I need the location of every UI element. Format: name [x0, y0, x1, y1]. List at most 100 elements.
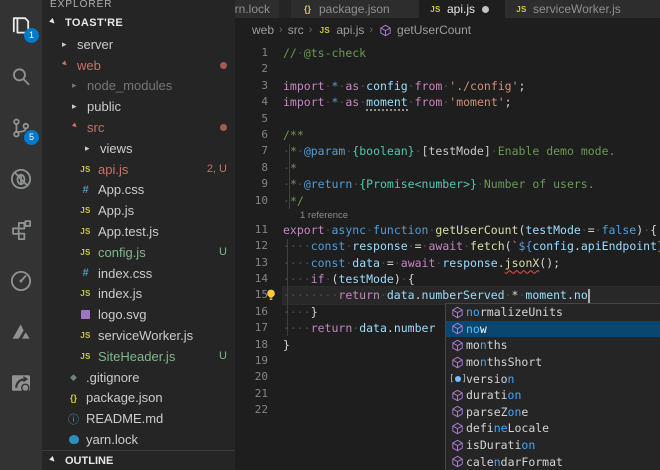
tree-item-views[interactable]: ▸views	[42, 138, 235, 159]
symbol-field-icon: []	[449, 374, 466, 384]
tree-item-app-css[interactable]: #App.css	[42, 180, 235, 201]
suggest-item-now[interactable]: now	[446, 321, 660, 338]
breadcrumb-label: web	[252, 23, 274, 37]
tree-item-label: views	[100, 141, 227, 156]
tree-item-index-js[interactable]: JS index.js	[42, 284, 235, 305]
chevron-collapsed-icon: ▸	[62, 39, 72, 50]
activity-debug-disabled-icon[interactable]	[0, 153, 42, 204]
suggest-item-defineLocale[interactable]: defineLocale	[446, 420, 660, 437]
code-line-7: 7·*·@param·{boolean}·[testMode]·Enable d…	[235, 143, 660, 159]
tree-item-label: config.js	[98, 245, 213, 260]
tree-item-label: index.js	[98, 286, 227, 301]
tree-item-src[interactable]: ▸src	[42, 117, 235, 138]
line-number: 13	[235, 255, 283, 271]
activity-azure-icon[interactable]	[0, 306, 42, 357]
tree-item-config-js[interactable]: JSconfig.jsU	[42, 242, 235, 263]
tree-item-readme-md[interactable]: ⓘREADME.md	[42, 408, 235, 429]
activity-gauge-icon[interactable]	[0, 255, 42, 306]
suggest-item-normalizeUnits[interactable]: normalizeUnits	[446, 304, 660, 321]
line-content: ·*/	[283, 193, 660, 209]
tab-api-js[interactable]: JSapi.js	[419, 0, 505, 18]
suggest-item-isDuration[interactable]: isDuration	[446, 437, 660, 454]
suggest-item-version[interactable]: []version	[446, 370, 660, 387]
tab-package-json[interactable]: {}package.json	[291, 0, 419, 18]
tree-item-api-js[interactable]: JSapi.js2, U	[42, 159, 235, 180]
tree-item-label: yarn.lock	[86, 432, 227, 447]
code-line-12: 12····const·response·=·await·fetch(`${co…	[235, 238, 660, 254]
chevron-expanded-icon: ▸	[70, 120, 85, 135]
tree-item-yarn-lock[interactable]: yarn.lock	[42, 429, 235, 450]
codelens-references[interactable]: 1 reference	[235, 209, 660, 222]
tree-item-serviceworker-js[interactable]: JSserviceWorker.js	[42, 325, 235, 346]
activity-feedback-icon[interactable]	[0, 357, 42, 408]
suggest-item-parseZone[interactable]: parseZone	[446, 404, 660, 421]
symbol-method-icon	[449, 405, 466, 418]
line-content: import·*·as·config·from·'./config';	[283, 78, 660, 94]
line-content: ····const·data·=·await·response.jsonX();	[283, 255, 660, 271]
breadcrumb-web[interactable]: web	[252, 23, 274, 37]
suggest-label: isDuration	[466, 438, 535, 452]
breadcrumb-label: getUserCount	[397, 23, 471, 37]
tree-item-public[interactable]: ▸public	[42, 96, 235, 117]
chevron-collapsed-icon: ▸	[72, 101, 82, 112]
line-number: 14	[235, 271, 283, 287]
outline-section-header[interactable]: ▸OUTLINE	[42, 450, 235, 470]
activity-files-icon[interactable]: 1	[0, 0, 42, 51]
tree-item-node-modules[interactable]: ▸node_modules	[42, 76, 235, 97]
tab-serviceworker-js[interactable]: JSserviceWorker.js	[505, 0, 660, 18]
tab-bar: yarn.lock {}package.jsonJSapi.jsJSservice…	[235, 0, 660, 18]
javascript-file-icon: JS	[78, 165, 93, 174]
javascript-file-icon: JS	[78, 289, 93, 298]
tree-item-label: App.js	[98, 203, 227, 218]
javascript-file-icon: JS	[78, 352, 93, 361]
tree-item-logo-svg[interactable]: logo.svg	[42, 304, 235, 325]
code-line-2: 2	[235, 61, 660, 77]
line-number: 8	[235, 160, 283, 176]
suggest-label: months	[466, 338, 508, 352]
line-content	[283, 61, 660, 77]
tree-item-siteheader-js[interactable]: JSSiteHeader.jsU	[42, 346, 235, 367]
activity-search-icon[interactable]	[0, 51, 42, 102]
tree-item-server[interactable]: ▸ server	[42, 34, 235, 55]
tree-item-label: SiteHeader.js	[98, 349, 213, 364]
tree-item-index-css[interactable]: #index.css	[42, 263, 235, 284]
breadcrumb-label: api.js	[336, 23, 364, 37]
suggest-item-duration[interactable]: duration	[446, 387, 660, 404]
line-number: 16	[235, 304, 283, 320]
tree-item-label: server	[77, 37, 227, 52]
line-number: 2	[235, 61, 283, 77]
tree-item-label: .gitignore	[86, 370, 227, 385]
line-content: ·*·@return·{Promise<number>}·Number of u…	[283, 176, 660, 192]
activity-source-control-icon[interactable]: 5	[0, 102, 42, 153]
tree-item--gitignore[interactable]: ◆.gitignore	[42, 367, 235, 388]
suggest-label: calendarFormat	[466, 455, 563, 469]
activity-badge: 5	[24, 130, 39, 145]
css-file-icon: #	[78, 184, 93, 196]
suggest-item-monthsShort[interactable]: monthsShort	[446, 354, 660, 371]
line-number: 7	[235, 143, 283, 159]
tree-root-toastre[interactable]: ▸TOAST'RE	[42, 12, 235, 34]
code-line-5: 5	[235, 111, 660, 127]
chevron-collapsed-icon: ▸	[72, 80, 82, 91]
breadcrumb-api-js[interactable]: JSapi.js	[317, 23, 364, 37]
tree-item-label: index.css	[98, 266, 227, 281]
tab-label: serviceWorker.js	[533, 2, 621, 16]
symbol-method-icon	[449, 306, 466, 319]
breadcrumb-getusercount[interactable]: getUserCount	[378, 23, 471, 37]
tree-item-package-json[interactable]: {}package.json	[42, 388, 235, 409]
suggest-item-calendarFormat[interactable]: calendarFormat	[446, 453, 660, 470]
tree-item-web[interactable]: ▸web	[42, 55, 235, 76]
yarn-lock-icon	[66, 435, 81, 444]
lightbulb-icon[interactable]	[264, 288, 278, 302]
breadcrumb-src[interactable]: src	[288, 23, 304, 37]
tab-yarn-lock[interactable]: yarn.lock	[235, 0, 279, 18]
tree-item-app-js[interactable]: JSApp.js	[42, 200, 235, 221]
file-tree: ▸server▸web▸node_modules▸public▸src▸view…	[42, 34, 235, 450]
code-line-8: 8·*	[235, 160, 660, 176]
outline-label: OUTLINE	[65, 455, 113, 467]
tree-item-app-test-js[interactable]: JSApp.test.js	[42, 221, 235, 242]
code-line-9: 9·*·@return·{Promise<number>}·Number of …	[235, 176, 660, 192]
suggest-item-months[interactable]: months	[446, 337, 660, 354]
indent-guide	[287, 239, 288, 336]
activity-extensions-icon[interactable]	[0, 204, 42, 255]
